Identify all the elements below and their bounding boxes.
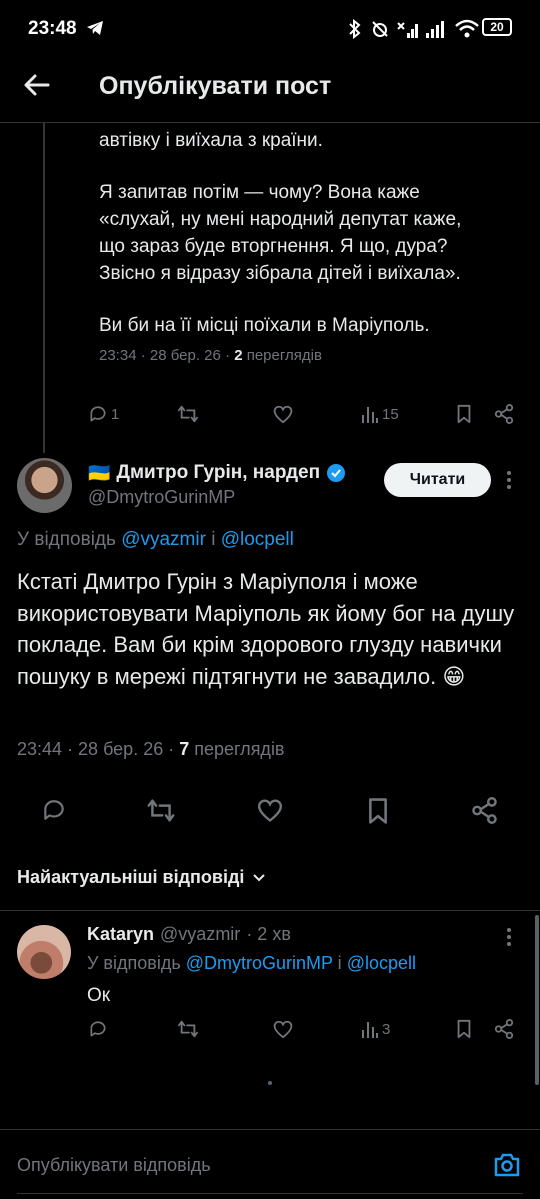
heart-icon (258, 799, 282, 822)
bookmark-button[interactable] (455, 404, 473, 424)
reply-icon (44, 800, 64, 820)
bookmark-icon (369, 798, 387, 824)
reply-count: 1 (111, 405, 120, 423)
camera-icon[interactable] (493, 1152, 521, 1178)
parent-tweet-text-2: Я запитав потім — чому? Вона каже «слуха… (99, 182, 462, 284)
chevron-down-icon (252, 873, 266, 883)
repost-icon (178, 1020, 198, 1038)
repost-icon (147, 799, 175, 822)
verified-badge-icon (326, 463, 346, 483)
main-reply-button[interactable] (41, 797, 67, 823)
main-share-button[interactable] (471, 797, 498, 824)
like-button[interactable] (272, 404, 294, 424)
views-button[interactable]: 15 (361, 404, 399, 424)
reply-like-button[interactable] (272, 1019, 294, 1039)
more-options-icon[interactable] (506, 470, 512, 490)
tweet-meta: 23:44 · 28 бер. 26 · 7 переглядів (17, 739, 285, 760)
parent-tweet-timestamp: 23:34 · 28 бер. 26 · (99, 347, 235, 364)
main-like-button[interactable] (256, 797, 284, 823)
reply-context-prefix: У відповідь (87, 953, 186, 973)
reply-time: · 2 хв (246, 924, 291, 944)
loading-indicator (268, 1081, 272, 1085)
heart-icon (273, 1020, 293, 1039)
bluetooth-icon (348, 19, 362, 39)
signal-2-icon (424, 19, 448, 39)
tweet-text: Кстаті Дмитро Гурін з Маріуполя і може в… (17, 569, 515, 689)
compose-underline (17, 1193, 523, 1194)
section-divider (0, 910, 540, 911)
scrollbar[interactable] (535, 915, 539, 1085)
replies-sort-selector[interactable]: Найактуальніші відповіді (17, 867, 266, 888)
author-name-row[interactable]: 🇺🇦 Дмитро Гурін, нардеп (88, 462, 346, 484)
signal-1-icon (396, 19, 420, 39)
alarm-off-icon (370, 19, 390, 39)
reply-views-count: 3 (382, 1020, 391, 1038)
share-icon (494, 404, 514, 424)
main-repost-button[interactable] (146, 797, 176, 824)
reply-share-button[interactable] (494, 1019, 514, 1039)
reply-author-handle: @vyazmir (160, 924, 241, 944)
reply-icon (90, 1021, 106, 1037)
tweet-timestamp: 23:44 · 28 бер. 26 · (17, 739, 180, 759)
views-count: 15 (382, 405, 399, 423)
bookmark-icon (457, 404, 471, 424)
views-icon (362, 1022, 378, 1038)
share-icon (472, 797, 497, 824)
reply-context: У відповідь @vyazmir і @locpell (17, 529, 294, 551)
reply-context-and: і (332, 953, 347, 973)
tweet-views-count: 7 (179, 739, 190, 759)
header-divider (0, 122, 540, 123)
reply-compose-input[interactable]: Опублікувати відповідь (17, 1155, 211, 1176)
mention-link-vyazmir[interactable]: @vyazmir (121, 529, 206, 550)
heart-icon (273, 405, 293, 424)
telegram-icon (86, 20, 104, 36)
repost-icon (178, 405, 198, 423)
parent-tweet-actions: 1 15 (0, 404, 540, 430)
author-handle: @DmytroGurinMP (88, 487, 236, 507)
wifi-icon (454, 18, 480, 40)
share-button[interactable] (494, 404, 514, 424)
reply-button[interactable]: 1 (88, 404, 119, 424)
reply-context-prefix: У відповідь (17, 529, 122, 550)
flag-emoji: 🇺🇦 (88, 462, 111, 483)
views-icon (362, 407, 378, 423)
repost-button[interactable] (177, 404, 199, 424)
reply-repost-button[interactable] (177, 1019, 199, 1039)
mention-link-locpell[interactable]: @locpell (221, 529, 294, 550)
tweet-views-label: переглядів (189, 739, 285, 759)
reply-text: Ок (87, 985, 111, 1006)
parent-tweet-views-count: 2 (234, 347, 243, 364)
parent-tweet-text-3: Ви би на її місці поїхали в Маріуполь. (99, 315, 430, 336)
page-title: Опублікувати пост (99, 72, 332, 100)
reply-bookmark-button[interactable] (455, 1019, 473, 1039)
replies-sort-label: Найактуальніші відповіді (17, 867, 245, 887)
back-arrow-icon[interactable] (22, 70, 52, 100)
bookmark-icon (457, 1019, 471, 1039)
status-time: 23:48 (28, 18, 77, 39)
follow-button[interactable]: Читати (384, 463, 491, 497)
reply-actions: 3 (0, 1019, 540, 1045)
author-avatar[interactable] (17, 458, 72, 513)
reply-reply-button[interactable] (88, 1019, 108, 1039)
share-icon (494, 1019, 514, 1039)
reply-icon (90, 406, 106, 422)
parent-tweet-text-1: автівку і виїхала з країни. (99, 130, 323, 151)
mention-link-dmytrogurinmp[interactable]: @DmytroGurinMP (186, 953, 333, 973)
reply-author-avatar[interactable] (17, 925, 71, 979)
parent-tweet-meta: 23:34 · 28 бер. 26 · 2 переглядів (99, 347, 322, 364)
reply-author-name: Kataryn (87, 924, 155, 944)
reply-reply-context: У відповідь @DmytroGurinMP і @locpell (87, 953, 416, 974)
main-bookmark-button[interactable] (366, 797, 390, 825)
reply-views-button[interactable]: 3 (361, 1019, 390, 1039)
tweet-actions (0, 797, 540, 827)
reply-author-row[interactable]: Kataryn @vyazmir · 2 хв (87, 924, 291, 945)
reply-context-and: і (205, 529, 221, 550)
status-bar: 23:48 20 (0, 0, 540, 58)
reply-more-options-icon[interactable] (506, 927, 512, 947)
author-name: Дмитро Гурін, нардеп (116, 462, 321, 483)
mention-link-locpell[interactable]: @locpell (347, 953, 416, 973)
battery-indicator: 20 (482, 18, 512, 36)
compose-divider (0, 1129, 540, 1130)
parent-tweet-views-label: переглядів (242, 347, 322, 364)
